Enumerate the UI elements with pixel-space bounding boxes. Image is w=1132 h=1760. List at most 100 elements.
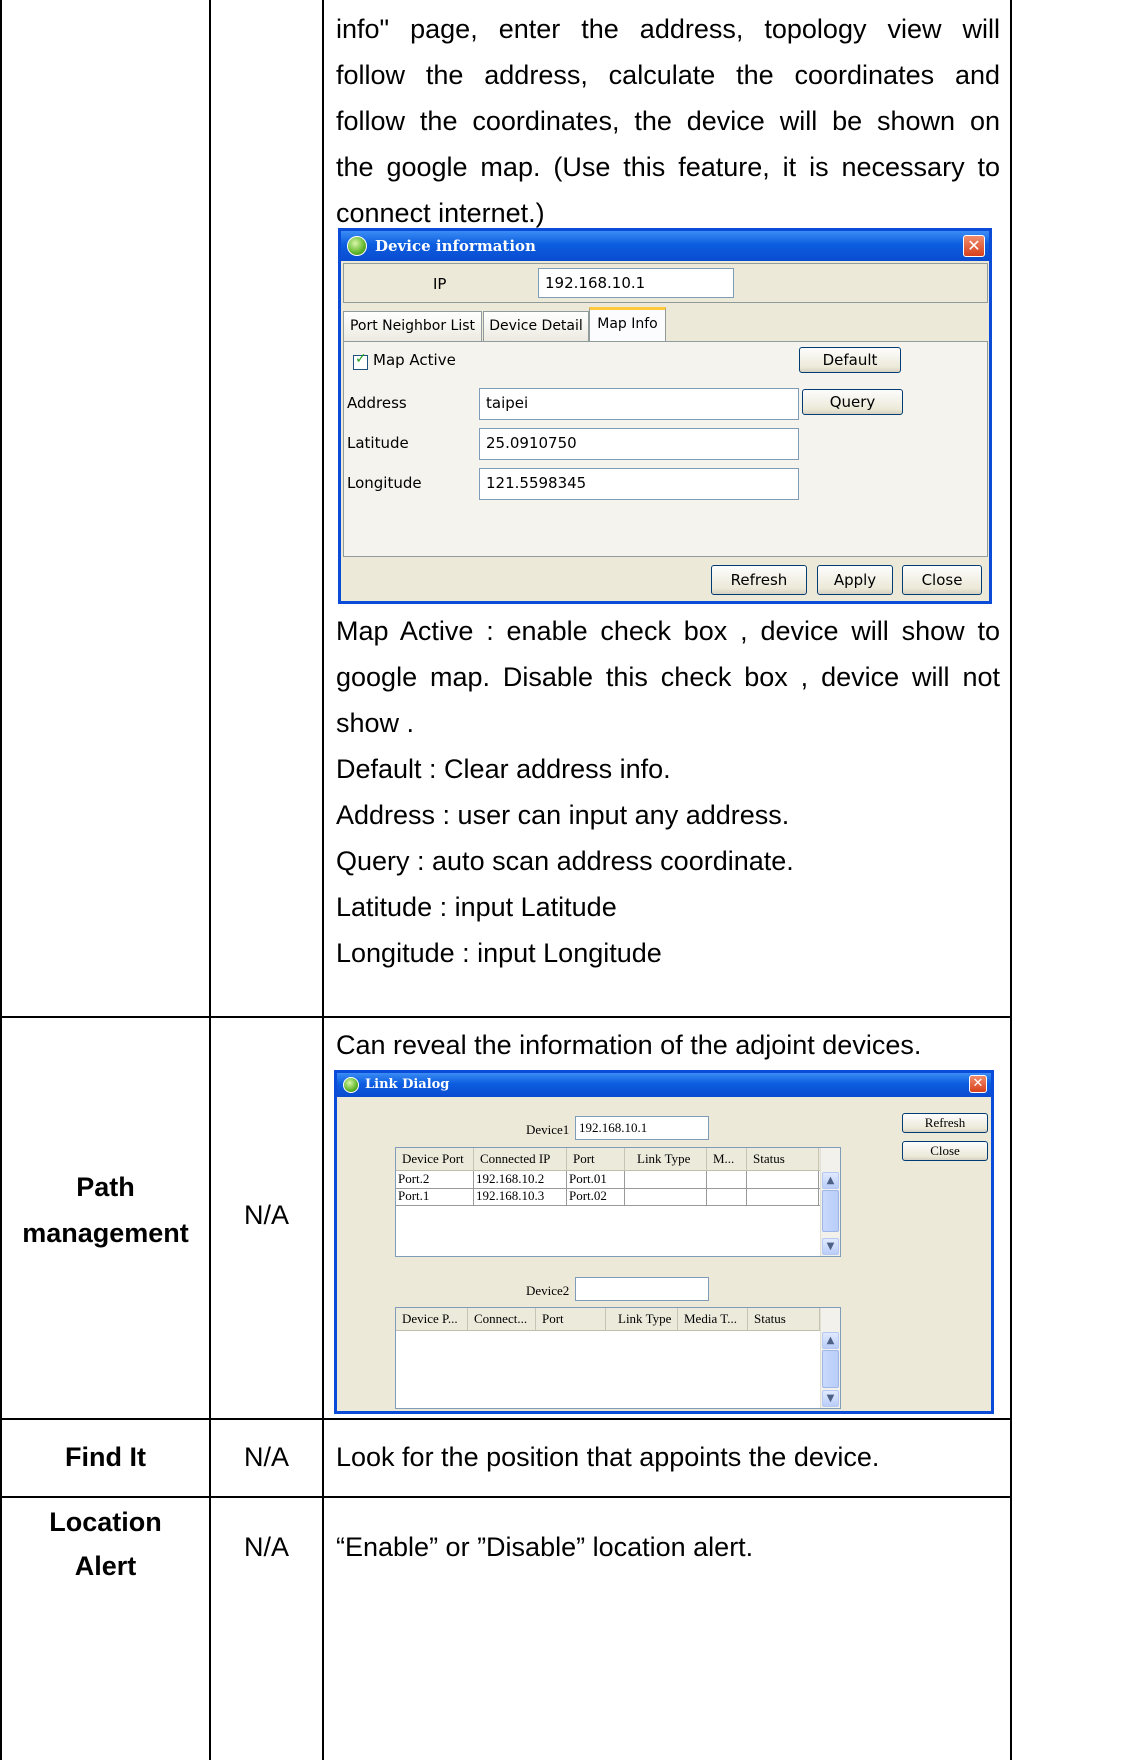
location-alert-name: Location Alert (2, 1500, 209, 1588)
table-cell: Port.01 (567, 1171, 625, 1188)
table-cell (747, 1171, 819, 1188)
table-cell (707, 1171, 747, 1188)
column-header[interactable]: Device Port (396, 1148, 474, 1170)
column-header[interactable]: Device P... (396, 1308, 468, 1330)
name-line: Location (49, 1507, 162, 1537)
table-row[interactable]: Port.1 192.168.10.3 Port.02 (396, 1188, 820, 1206)
description-line: info" page, enter the address, topology … (336, 14, 1000, 44)
apply-button[interactable]: Apply (817, 565, 893, 595)
vertical-scrollbar[interactable]: ▲ ▼ (820, 1148, 840, 1256)
device2-field[interactable] (575, 1277, 709, 1301)
refresh-button[interactable]: Refresh (902, 1113, 988, 1133)
query-button[interactable]: Query (802, 389, 903, 415)
close-label: Close (930, 1143, 960, 1158)
link-table-1: Device Port Connected IP Port Link Type … (395, 1147, 841, 1257)
table-cell (747, 1188, 819, 1205)
refresh-button[interactable]: Refresh (711, 565, 807, 595)
name-line: Path (76, 1172, 135, 1202)
device-information-dialog: Device information ✕ IP 192.168.10.1 Por… (338, 228, 992, 604)
longitude-label: Longitude (347, 474, 422, 492)
dialog-title: Device information (375, 237, 536, 255)
note-line: Query : auto scan address coordinate. (336, 846, 794, 876)
tab-map-info[interactable]: Map Info (589, 307, 666, 341)
table-header: Device Port Connected IP Port Link Type … (396, 1148, 820, 1171)
table-header: Device P... Connect... Port Link Type Me… (396, 1308, 820, 1331)
note-line: Default : Clear address info. (336, 754, 671, 784)
map-notes: Map Active : enable check box , device w… (336, 608, 1000, 976)
path-management-description: Can reveal the information of the adjoin… (336, 1030, 922, 1060)
row-separator-2 (0, 1418, 1012, 1420)
scroll-up-icon[interactable]: ▲ (822, 1332, 839, 1349)
device1-field[interactable]: 192.168.10.1 (575, 1116, 709, 1140)
refresh-label: Refresh (730, 571, 788, 589)
device1-label: Device1 (526, 1122, 570, 1137)
table-cell: Port.02 (567, 1188, 625, 1205)
column-header[interactable]: Port (567, 1148, 625, 1170)
description-line: the google map. (Use this feature, it is… (336, 152, 1000, 182)
ip-field[interactable]: 192.168.10.1 (538, 268, 734, 298)
find-it-value: N/A (243, 1442, 289, 1472)
address-label: Address (347, 394, 407, 412)
column-header[interactable]: Link Type (606, 1308, 678, 1330)
table-row[interactable]: Port.2 192.168.10.2 Port.01 (396, 1171, 820, 1189)
longitude-field[interactable]: 121.5598345 (479, 468, 799, 500)
map-active-label: Map Active (373, 351, 456, 369)
scroll-down-icon[interactable]: ▼ (822, 1238, 839, 1255)
column-header[interactable]: Connect... (468, 1308, 536, 1330)
path-management-name: Path management (2, 1164, 209, 1256)
link-dialog: Link Dialog ✕ Device1 192.168.10.1 Refre… (334, 1070, 994, 1414)
note-line: google map. Disable this check box , dev… (336, 662, 1000, 692)
tab-port-neighbor-list[interactable]: Port Neighbor List (343, 311, 482, 341)
dialog-titlebar[interactable]: Link Dialog ✕ (337, 1073, 991, 1097)
refresh-label: Refresh (924, 1115, 966, 1130)
row-separator-3 (0, 1496, 1012, 1498)
address-field[interactable]: taipei (479, 388, 799, 420)
table-cell: 192.168.10.3 (474, 1188, 567, 1205)
scroll-thumb[interactable] (822, 1350, 839, 1388)
scroll-down-icon[interactable]: ▼ (822, 1390, 839, 1407)
column-header[interactable]: Status (748, 1308, 820, 1330)
note-line: show . (336, 708, 415, 738)
column-header[interactable]: M... (707, 1148, 747, 1170)
location-alert-value: N/A (243, 1532, 289, 1562)
table-cell: 192.168.10.2 (474, 1171, 567, 1188)
scroll-thumb[interactable] (822, 1190, 839, 1232)
ip-label: IP (433, 275, 447, 293)
close-button[interactable]: Close (902, 565, 982, 595)
dialog-title: Link Dialog (365, 1077, 450, 1092)
column-header[interactable]: Link Type (625, 1148, 707, 1170)
device2-label: Device2 (526, 1283, 570, 1298)
row-separator-1 (0, 1016, 1012, 1018)
note-line: Map Active : enable check box , device w… (336, 616, 1000, 646)
note-line: Latitude : input Latitude (336, 892, 617, 922)
close-button[interactable]: Close (902, 1141, 988, 1161)
link-table-2: Device P... Connect... Port Link Type Me… (395, 1307, 841, 1409)
table-cell: Port.2 (396, 1171, 474, 1188)
dialog-titlebar[interactable]: Device information ✕ (341, 231, 989, 261)
column-header[interactable]: Status (747, 1148, 819, 1170)
tab-device-detail[interactable]: Device Detail (483, 311, 589, 341)
column-header[interactable]: Port (536, 1308, 606, 1330)
path-management-value: N/A (243, 1200, 289, 1230)
description-line: follow the coordinates, the device will … (336, 106, 1000, 136)
app-icon (347, 236, 367, 256)
map-description: info" page, enter the address, topology … (336, 6, 1000, 236)
table-cell: Port.1 (396, 1188, 474, 1205)
name-line: Alert (74, 1551, 137, 1581)
app-icon (343, 1077, 359, 1093)
table-cell (625, 1188, 707, 1205)
table-cell (707, 1188, 747, 1205)
description-line: follow the address, calculate the coordi… (336, 60, 1000, 90)
find-it-name: Find It (65, 1442, 146, 1472)
scroll-up-icon[interactable]: ▲ (822, 1172, 839, 1189)
column-header[interactable]: Connected IP (474, 1148, 567, 1170)
latitude-field[interactable]: 25.0910750 (479, 428, 799, 460)
default-button[interactable]: Default (799, 347, 901, 373)
close-icon[interactable]: ✕ (963, 235, 985, 257)
vertical-scrollbar[interactable]: ▲ ▼ (820, 1308, 840, 1408)
location-alert-description: “Enable” or ”Disable” location alert. (336, 1532, 754, 1562)
column-header[interactable]: Media T... (678, 1308, 748, 1330)
map-active-checkbox[interactable]: ✓ (353, 351, 368, 370)
find-it-description: Look for the position that appoints the … (336, 1442, 880, 1472)
close-icon[interactable]: ✕ (969, 1075, 987, 1093)
